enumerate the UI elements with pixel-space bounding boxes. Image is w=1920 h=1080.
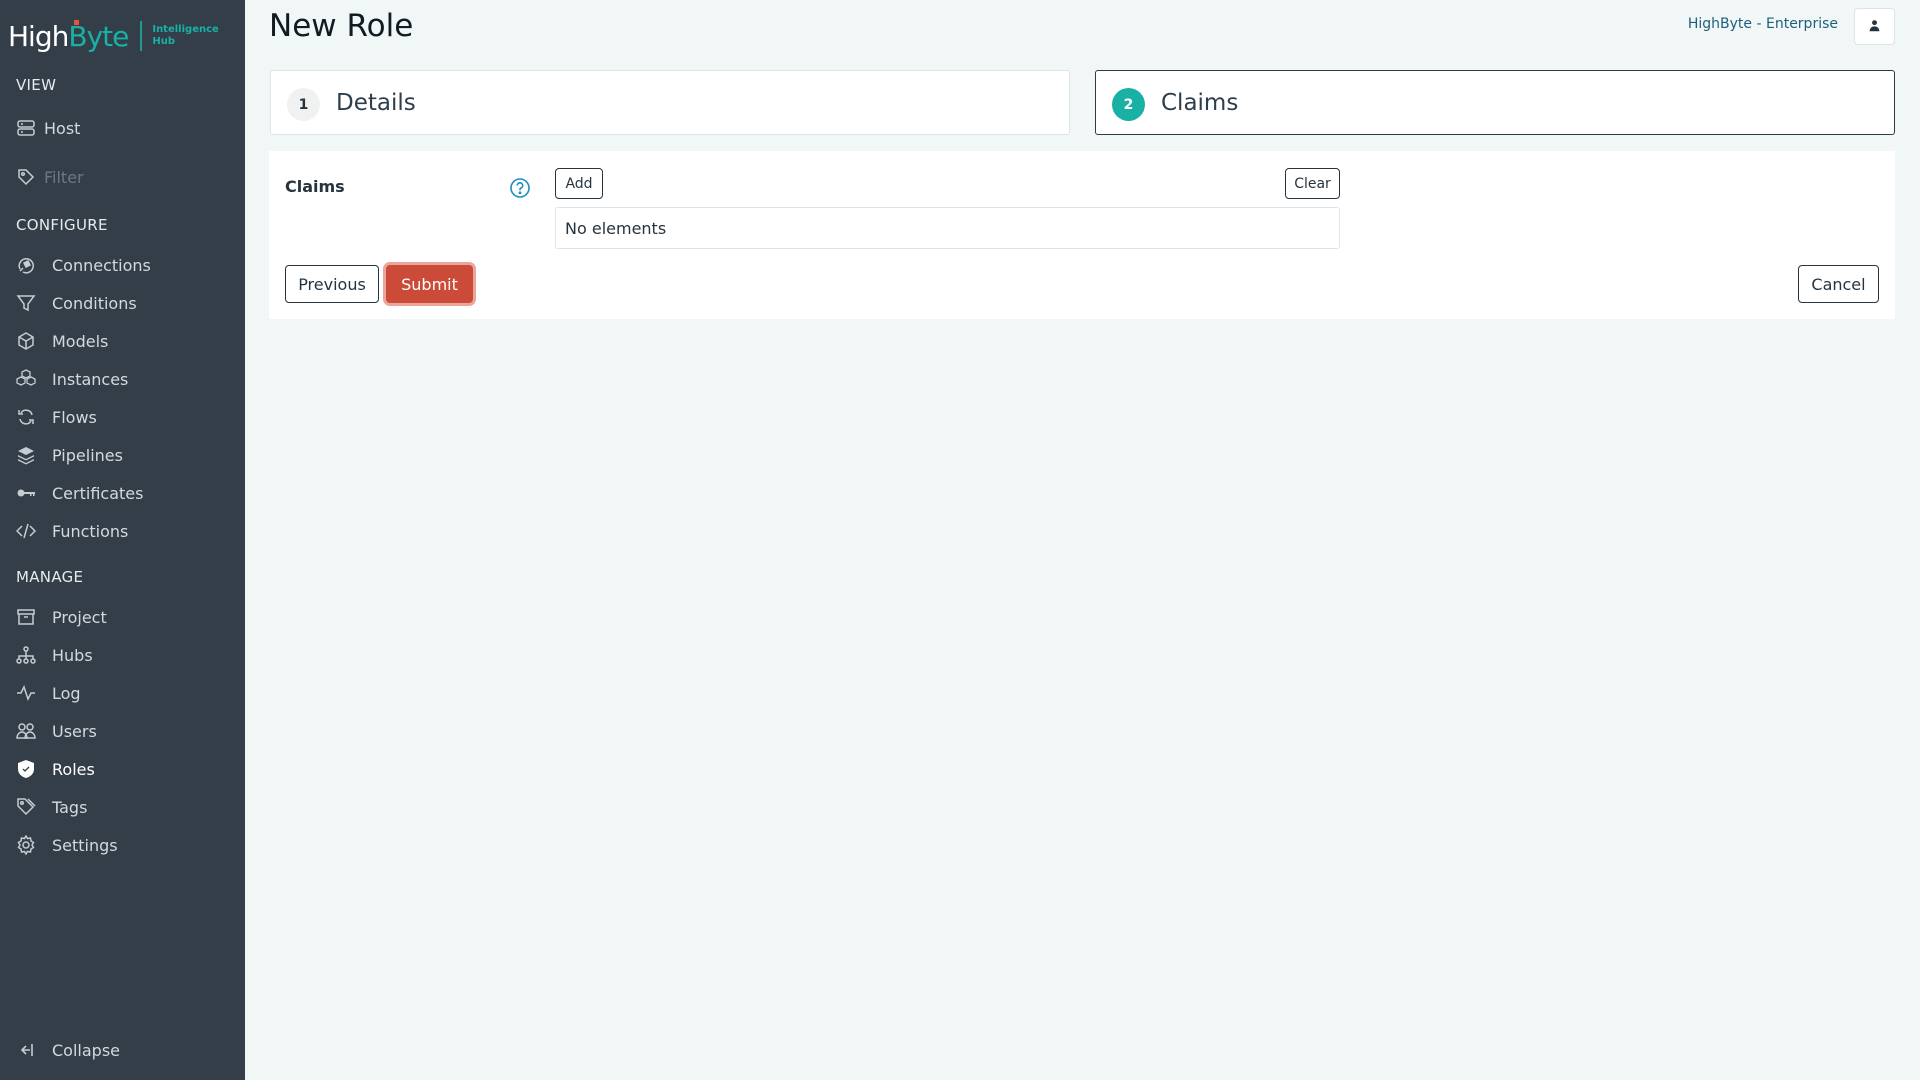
server-icon [16, 118, 36, 138]
tags-icon [16, 797, 36, 817]
sidebar-item-label: Pipelines [52, 445, 123, 465]
users-icon [16, 721, 36, 741]
empty-list-text: No elements [565, 218, 667, 238]
sidebar-item-host[interactable]: Host [16, 113, 236, 143]
logo-subtitle-line1: Intelligence [152, 24, 219, 35]
step-label: Details [336, 89, 416, 116]
logo-text-high: High [8, 19, 69, 53]
sidebar-item-label: Conditions [52, 293, 137, 313]
sidebar-item-hubs[interactable]: Hubs [16, 640, 236, 670]
sidebar-item-roles[interactable]: Roles [16, 754, 236, 784]
archive-icon [16, 607, 36, 627]
sidebar-item-label: Models [52, 331, 109, 351]
sidebar-item-log[interactable]: Log [16, 678, 236, 708]
collapse-sidebar-button[interactable]: Collapse [16, 1040, 120, 1060]
gear-icon [16, 835, 36, 855]
user-icon [1868, 19, 1881, 35]
activity-icon [16, 683, 36, 703]
sidebar-item-pipelines[interactable]: Pipelines [16, 440, 236, 470]
sidebar-item-settings[interactable]: Settings [16, 830, 236, 860]
clear-claims-button[interactable]: Clear [1285, 168, 1340, 199]
layers-icon [16, 445, 36, 465]
sync-icon [16, 407, 36, 427]
claims-field-label: Claims [285, 177, 345, 196]
add-claim-button[interactable]: Add [555, 168, 603, 199]
tag-icon [16, 167, 36, 187]
filter-input[interactable] [44, 167, 224, 187]
sidebar: High Byte Intelligence Hub VIEW Host CON… [0, 0, 245, 1080]
sidebar-item-certificates[interactable]: Certificates [16, 478, 236, 508]
plug-icon [16, 255, 36, 275]
sidebar-filter[interactable] [16, 163, 236, 191]
cube-icon [16, 331, 36, 351]
sidebar-item-label: Connections [52, 255, 151, 275]
collapse-label: Collapse [52, 1040, 120, 1060]
sidebar-item-label: Settings [52, 835, 118, 855]
step-claims[interactable]: 2 Claims [1095, 70, 1895, 135]
previous-button[interactable]: Previous [285, 265, 379, 303]
code-icon [16, 521, 36, 541]
submit-button[interactable]: Submit [386, 265, 473, 303]
sidebar-item-label: Functions [52, 521, 129, 541]
logo-divider [140, 21, 143, 51]
sidebar-item-instances[interactable]: Instances [16, 364, 236, 394]
enterprise-link[interactable]: HighByte - Enterprise [1688, 16, 1838, 32]
section-header-configure: CONFIGURE [16, 216, 108, 234]
help-icon[interactable] [509, 177, 531, 199]
cubes-icon [16, 369, 36, 389]
logo-subtitle-line2: Hub [152, 36, 175, 47]
filter-icon [16, 293, 36, 313]
sidebar-item-label: Log [52, 683, 81, 703]
sidebar-item-label: Certificates [52, 483, 144, 503]
sidebar-item-label: Users [52, 721, 97, 741]
sidebar-item-label: Tags [52, 797, 88, 817]
sidebar-item-connections[interactable]: Connections [16, 250, 236, 280]
logo-subtitle: Intelligence Hub [152, 24, 218, 48]
sidebar-item-label: Roles [52, 759, 95, 779]
cancel-button[interactable]: Cancel [1798, 265, 1879, 303]
sidebar-item-label: Project [52, 607, 107, 627]
sidebar-item-tags[interactable]: Tags [16, 792, 236, 822]
section-header-manage: MANAGE [16, 568, 84, 586]
step-details[interactable]: 1 Details [270, 70, 1070, 135]
sidebar-item-models[interactable]: Models [16, 326, 236, 356]
step-label: Claims [1161, 89, 1239, 116]
sidebar-item-label: Host [44, 118, 81, 138]
logo-accent-dot [74, 20, 79, 25]
sidebar-item-functions[interactable]: Functions [16, 516, 236, 546]
step-number: 1 [287, 88, 320, 121]
section-header-view: VIEW [16, 76, 57, 94]
key-icon [16, 483, 36, 503]
step-number: 2 [1112, 88, 1145, 121]
sidebar-item-label: Flows [52, 407, 97, 427]
user-menu-button[interactable] [1854, 8, 1895, 45]
claims-form: Claims Add Clear No elements Previous Su… [269, 151, 1895, 319]
collapse-arrow-icon [16, 1040, 36, 1060]
sidebar-item-conditions[interactable]: Conditions [16, 288, 236, 318]
sidebar-item-project[interactable]: Project [16, 602, 236, 632]
highbyte-logo[interactable]: High Byte Intelligence Hub [8, 16, 219, 56]
sidebar-item-flows[interactable]: Flows [16, 402, 236, 432]
sidebar-item-label: Hubs [52, 645, 93, 665]
sitemap-icon [16, 645, 36, 665]
shield-check-icon [16, 759, 36, 779]
sidebar-item-users[interactable]: Users [16, 716, 236, 746]
sidebar-item-label: Instances [52, 369, 129, 389]
page-title: New Role [269, 8, 414, 44]
claims-list: No elements [555, 207, 1340, 249]
